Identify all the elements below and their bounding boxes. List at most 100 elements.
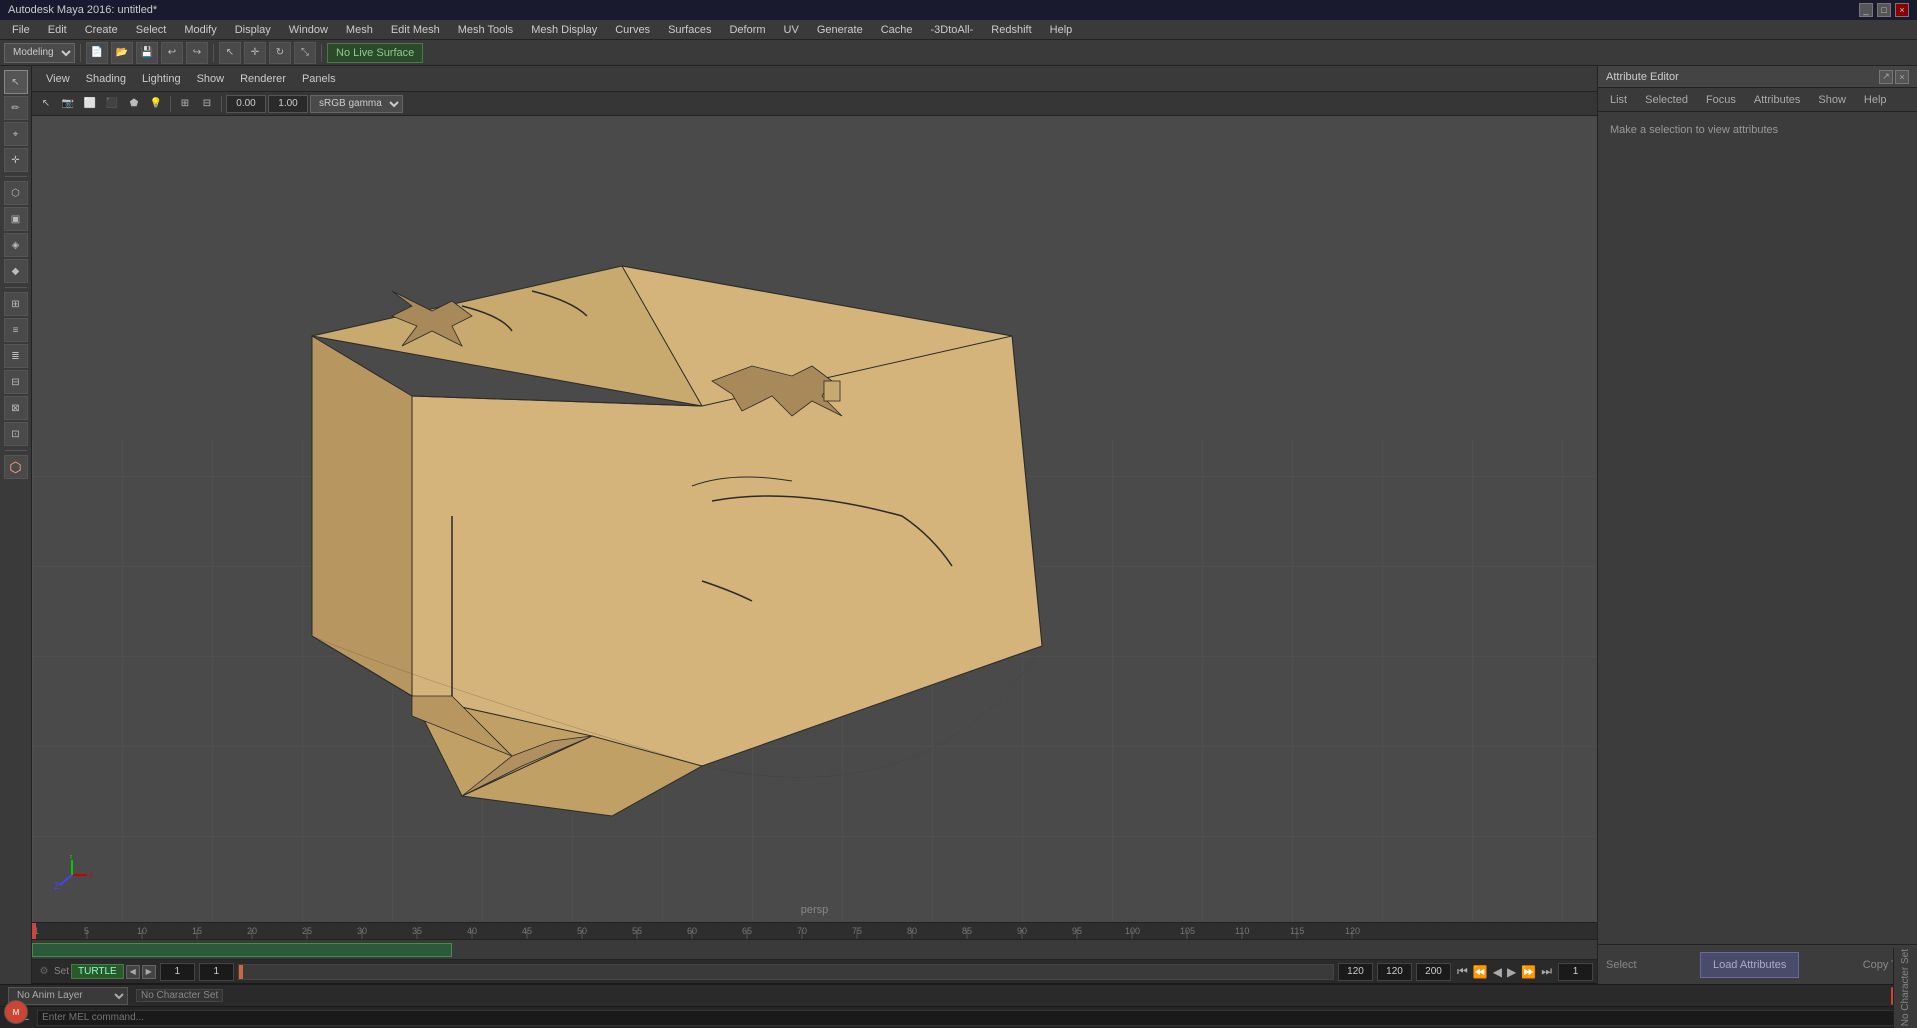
vp-wireframe-btn[interactable]: ⬜ [80, 94, 100, 114]
menu-help[interactable]: Help [1042, 22, 1081, 38]
anim-layer-select[interactable]: No Anim Layer [8, 987, 128, 1005]
poly-tool[interactable]: ⬡ [4, 181, 28, 205]
menu-uv[interactable]: UV [776, 22, 807, 38]
timeline-track[interactable] [32, 940, 1597, 960]
vp-menu-shading[interactable]: Shading [80, 71, 132, 87]
paint-tool[interactable]: ✏ [4, 96, 28, 120]
rotate-tool-btn[interactable]: ↻ [269, 42, 291, 64]
open-scene-btn[interactable]: 📂 [111, 42, 133, 64]
menu-mesh-display[interactable]: Mesh Display [523, 22, 605, 38]
frame-counter[interactable] [1558, 963, 1593, 981]
menu-curves[interactable]: Curves [607, 22, 658, 38]
separator-1 [80, 44, 81, 62]
menu-display[interactable]: Display [227, 22, 279, 38]
settings-icon[interactable]: ⚙ [36, 964, 52, 980]
current-frame-input[interactable] [199, 963, 234, 981]
vp-solid-btn[interactable]: ⬛ [102, 94, 122, 114]
menu-window[interactable]: Window [281, 22, 336, 38]
vp-snap-btn[interactable]: ⊟ [197, 94, 217, 114]
ring-tool[interactable]: ◈ [4, 233, 28, 257]
menu-edit-mesh[interactable]: Edit Mesh [383, 22, 448, 38]
grid-tool-2[interactable]: ≡ [4, 318, 28, 342]
prev-frame-btn[interactable]: ⏪ [1471, 965, 1490, 979]
turtle-tag[interactable]: TURTLE [71, 964, 124, 979]
start-frame-input[interactable] [160, 963, 195, 981]
vp-value-b[interactable] [268, 95, 308, 113]
end-frame-input[interactable] [1338, 963, 1373, 981]
menu-file[interactable]: File [4, 22, 38, 38]
vp-value-a[interactable] [226, 95, 266, 113]
frame-range-display[interactable] [238, 964, 1334, 980]
skip-end-btn[interactable]: ⏭ [1539, 964, 1554, 979]
next-frame-btn[interactable]: ⏩ [1519, 965, 1538, 979]
play-fwd-btn[interactable]: ▶ [1505, 965, 1518, 979]
svg-text:75: 75 [852, 926, 862, 936]
mel-input[interactable] [37, 1010, 1909, 1026]
lasso-tool[interactable]: ⌖ [4, 122, 28, 146]
workspace-dropdown[interactable]: Modeling [4, 43, 75, 63]
attr-tab-help[interactable]: Help [1856, 92, 1895, 108]
grid-tool-5[interactable]: ⊠ [4, 396, 28, 420]
menu-select[interactable]: Select [128, 22, 175, 38]
new-scene-btn[interactable]: 📄 [86, 42, 108, 64]
menu-generate[interactable]: Generate [809, 22, 871, 38]
grid-tool-4[interactable]: ⊟ [4, 370, 28, 394]
vp-menu-lighting[interactable]: Lighting [136, 71, 187, 87]
vp-camera-btn[interactable]: 📷 [58, 94, 78, 114]
vp-grid-btn[interactable]: ⊞ [175, 94, 195, 114]
range-end-input[interactable] [1377, 963, 1412, 981]
frame-range-bar[interactable] [32, 943, 452, 957]
scale-tool-btn[interactable]: ⤡ [294, 42, 316, 64]
maximize-button[interactable]: □ [1877, 3, 1891, 17]
attr-tab-list[interactable]: List [1602, 92, 1635, 108]
move-tool-btn[interactable]: ✛ [244, 42, 266, 64]
menu-mesh[interactable]: Mesh [338, 22, 381, 38]
prev-key-btn[interactable]: ◀ [126, 965, 140, 979]
minimize-button[interactable]: _ [1859, 3, 1873, 17]
menu-create[interactable]: Create [77, 22, 126, 38]
menu-edit[interactable]: Edit [40, 22, 75, 38]
vp-tex-btn[interactable]: ⬟ [124, 94, 144, 114]
attr-tab-attributes[interactable]: Attributes [1746, 92, 1808, 108]
attr-tab-selected[interactable]: Selected [1637, 92, 1696, 108]
close-button[interactable]: × [1895, 3, 1909, 17]
grid-tool-6[interactable]: ⊡ [4, 422, 28, 446]
viewport[interactable]: X Y Z persp [32, 116, 1597, 922]
select-tool-btn[interactable]: ↖ [219, 42, 241, 64]
attr-tab-show[interactable]: Show [1810, 92, 1854, 108]
vp-gamma-select[interactable]: sRGB gamma [310, 95, 403, 113]
attr-close-btn[interactable]: × [1895, 70, 1909, 84]
menu-redshift[interactable]: Redshift [983, 22, 1039, 38]
save-scene-btn[interactable]: 💾 [136, 42, 158, 64]
menu-mesh-tools[interactable]: Mesh Tools [450, 22, 521, 38]
redo-btn[interactable]: ↪ [186, 42, 208, 64]
menu-cache[interactable]: Cache [873, 22, 921, 38]
move-tool-left[interactable]: ✛ [4, 148, 28, 172]
vp-menu-view[interactable]: View [40, 71, 76, 87]
undo-btn[interactable]: ↩ [161, 42, 183, 64]
viewport-toolbar: ↖ 📷 ⬜ ⬛ ⬟ 💡 ⊞ ⊟ sRGB gamma [32, 92, 1597, 116]
timeline-ruler[interactable]: 1 5 10 15 20 25 30 35 [32, 922, 1597, 940]
menu-deform[interactable]: Deform [721, 22, 773, 38]
vp-light-btn[interactable]: 💡 [146, 94, 166, 114]
vp-menu-show[interactable]: Show [191, 71, 231, 87]
menu-surfaces[interactable]: Surfaces [660, 22, 719, 38]
play-back-btn[interactable]: ◀ [1491, 965, 1504, 979]
select-tool-left[interactable]: ↖ [4, 70, 28, 94]
vp-menu-panels[interactable]: Panels [296, 71, 342, 87]
load-attributes-button[interactable]: Load Attributes [1700, 952, 1799, 978]
grid-tool-3[interactable]: ≣ [4, 344, 28, 368]
skip-start-btn[interactable]: ⏮ [1455, 964, 1470, 979]
diamond-tool[interactable]: ◆ [4, 259, 28, 283]
grid-tool-1[interactable]: ⊞ [4, 292, 28, 316]
menu-modify[interactable]: Modify [176, 22, 224, 38]
next-key-btn[interactable]: ▶ [142, 965, 156, 979]
playback-end-input[interactable] [1416, 963, 1451, 981]
vp-select-btn[interactable]: ↖ [36, 94, 56, 114]
menu-3dtoall[interactable]: -3DtoAll- [923, 22, 982, 38]
more-tool[interactable]: ⬡ [4, 455, 28, 479]
vp-menu-renderer[interactable]: Renderer [234, 71, 292, 87]
attr-tab-focus[interactable]: Focus [1698, 92, 1744, 108]
box-tool[interactable]: ▣ [4, 207, 28, 231]
attr-float-btn[interactable]: ↗ [1879, 70, 1893, 84]
